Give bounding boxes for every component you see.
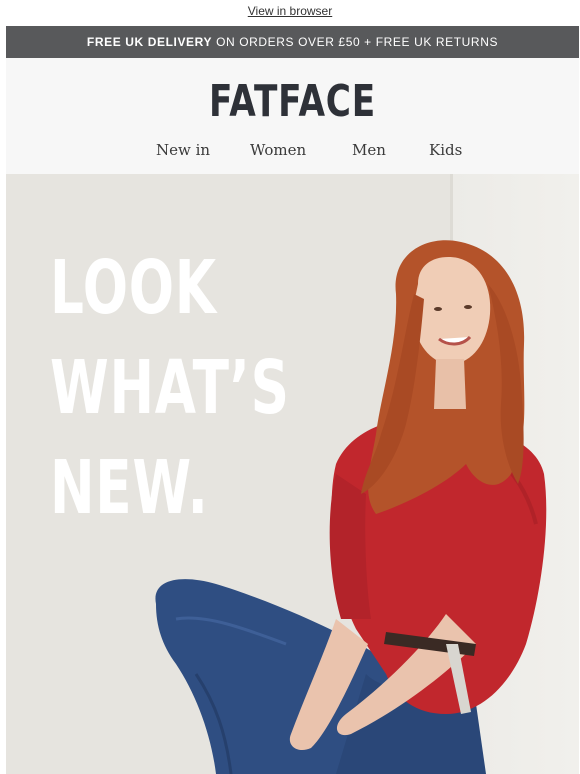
promo-banner[interactable]: FREE UK DELIVERY ON ORDERS OVER £50 + FR…	[6, 26, 579, 58]
nav-item-men[interactable]: Men	[352, 140, 386, 160]
view-in-browser-link[interactable]: View in browser	[248, 4, 332, 18]
view-in-browser-bar: View in browser	[0, 0, 580, 22]
hero-headline: LOOK WHAT’S NEW.	[50, 238, 290, 538]
fatface-logo[interactable]: FATFACE	[69, 78, 516, 126]
headline-line-1: LOOK	[50, 245, 217, 331]
nav-item-new-in[interactable]: New in	[156, 140, 210, 160]
headline-line-2: WHAT’S	[50, 345, 290, 431]
nav-item-women[interactable]: Women	[250, 140, 306, 160]
promo-bold-text: FREE UK DELIVERY	[86, 35, 213, 49]
headline-line-3: NEW.	[50, 445, 209, 531]
email-frame: View in browser FREE UK DELIVERY ON ORDE…	[0, 0, 580, 774]
hero-banner[interactable]: LOOK WHAT’S NEW.	[6, 174, 579, 774]
nav-item-kids[interactable]: Kids	[429, 140, 462, 160]
email-header: FATFACE New in Women Men Kids	[6, 58, 579, 174]
promo-rest-text: ON ORDERS OVER £50 + FREE UK RETURNS	[216, 35, 499, 49]
